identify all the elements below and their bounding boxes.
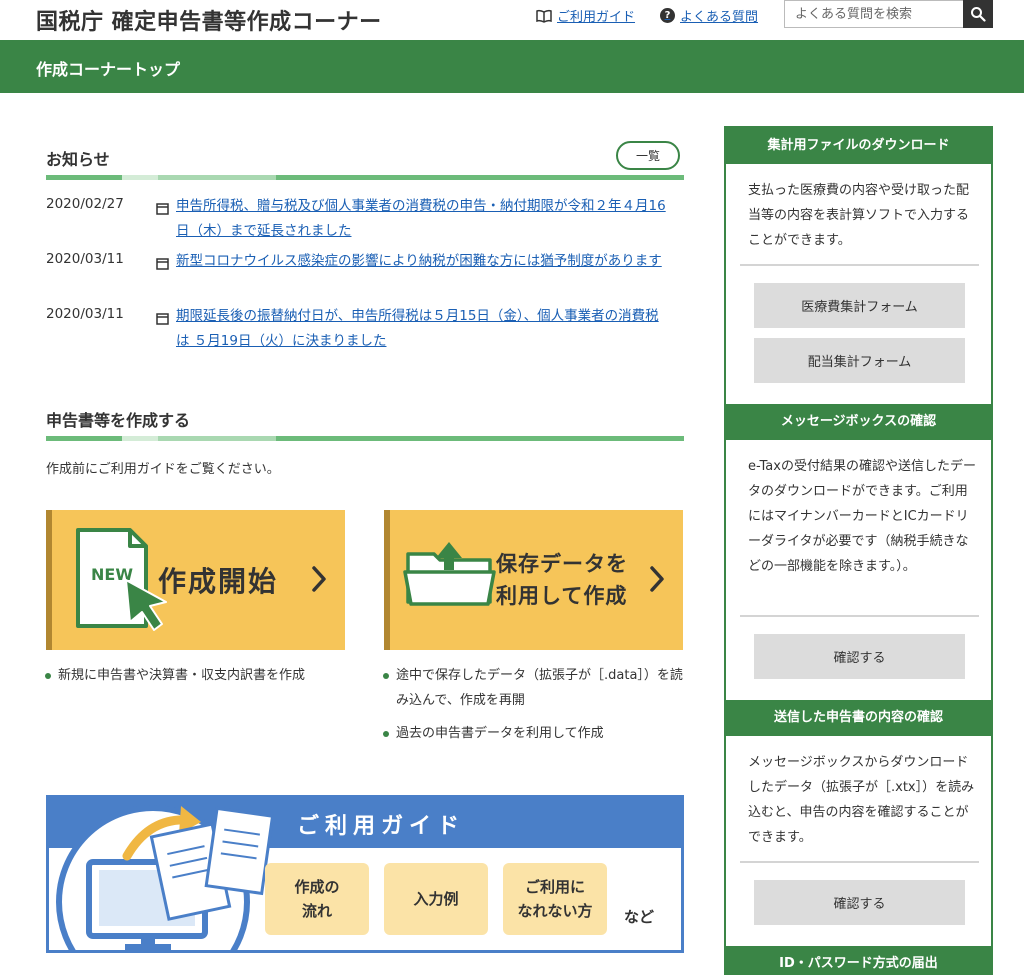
news-date: 2020/03/11 (46, 251, 124, 267)
id-password-heading: ID・パスワード方式の届出 (726, 946, 991, 975)
download-description: 支払った医療費の内容や受け取った配当等の内容を表計算ソフトで入力することができま… (748, 183, 970, 248)
download-heading: 集計用ファイルのダウンロード (726, 128, 991, 164)
news-date: 2020/02/27 (46, 196, 124, 212)
top-nav-title: 作成コーナートップ (36, 60, 181, 79)
monitor-icon (56, 805, 275, 950)
note-item: 途中で保存したデータ（拡張子が［.data］）を読み込んで、作成を再開 (382, 663, 688, 713)
start-creation-label: 作成開始 (158, 565, 279, 598)
guide-chip-flow: 作成の 流れ (265, 863, 369, 935)
guide-chip-examples: 入力例 (384, 863, 488, 935)
news-divider (46, 175, 684, 180)
messagebox-heading: メッセージボックスの確認 (726, 404, 991, 440)
news-item: 2020/03/11 期限延長後の振替納付日が、申告所得税は５月15日（金）、個… (46, 304, 676, 354)
saved-data-notes: 途中で保存したデータ（拡張子が［.data］）を読み込んで、作成を再開 過去の申… (382, 663, 688, 746)
usage-guide-banner[interactable]: ご利用ガイド 作成の 流れ 入力例 ご利用に なれない方 など (46, 795, 684, 953)
book-icon (536, 9, 552, 23)
faq-search-input[interactable] (784, 0, 964, 28)
messagebox-description: e-Taxの受付結果の確認や送信したデータのダウンロードができます。ご利用にはマ… (748, 459, 976, 574)
note-item: 新規に申告書や決算書・収支内訳書を作成 (44, 663, 344, 688)
start-creation-notes: 新規に申告書や決算書・収支内訳書を作成 (44, 663, 344, 688)
site-header: 国税庁 確定申告書等作成コーナー ご利用ガイド ? よくある質問 (0, 0, 1024, 40)
question-icon: ? (660, 8, 675, 23)
folder-upload-icon (403, 542, 496, 606)
chevron-right-icon (312, 566, 326, 592)
news-link[interactable]: 新型コロナウイルス感染症の影響により納税が困難な方には猶予制度があります (176, 249, 666, 274)
site-title: 国税庁 確定申告書等作成コーナー (36, 10, 382, 35)
chevron-right-icon (650, 566, 664, 592)
document-icon (156, 313, 169, 325)
document-icon (156, 258, 169, 270)
guide-suffix: など (624, 908, 655, 926)
news-title: お知らせ (46, 150, 110, 169)
news-date: 2020/03/11 (46, 306, 124, 322)
sent-return-confirm-button[interactable]: 確認する (754, 880, 965, 925)
note-item: 過去の申告書データを利用して作成 (382, 721, 688, 746)
medical-form-button[interactable]: 医療費集計フォーム (754, 283, 965, 328)
usage-guide-link[interactable]: ご利用ガイド (536, 6, 635, 25)
sent-return-description: メッセージボックスからダウンロードしたデータ（拡張子が［.xtx］）を読み込むと… (748, 755, 975, 845)
create-divider (46, 436, 684, 441)
news-item: 2020/03/11 新型コロナウイルス感染症の影響により納税が困難な方には猶予… (46, 249, 676, 274)
news-link[interactable]: 期限延長後の振替納付日が、申告所得税は５月15日（金）、個人事業者の消費税は ５… (176, 304, 666, 354)
news-list-button[interactable]: 一覧 (616, 141, 680, 170)
saved-data-label-line2: 利用して作成 (496, 584, 628, 608)
usage-guide-label: ご利用ガイド (557, 10, 636, 25)
saved-data-button[interactable]: 保存データを 利用して作成 (384, 510, 683, 650)
usage-guide-banner-title: ご利用ガイド (297, 814, 466, 839)
news-link[interactable]: 申告所得税、贈与税及び個人事業者の消費税の申告・納付期限が令和２年４月16日（木… (176, 194, 666, 244)
top-nav-bar: 作成コーナートップ (0, 40, 1024, 93)
saved-data-label-line1: 保存データを (496, 552, 628, 576)
document-icon (156, 203, 169, 215)
messagebox-confirm-button[interactable]: 確認する (754, 634, 965, 679)
guide-chip-beginners: ご利用に なれない方 (503, 863, 607, 935)
dividend-form-button[interactable]: 配当集計フォーム (754, 338, 965, 383)
faq-label: よくある質問 (680, 10, 759, 25)
create-heading: 申告書等を作成する (46, 407, 684, 431)
create-title: 申告書等を作成する (46, 411, 191, 430)
search-icon (971, 7, 986, 22)
sidebar: 集計用ファイルのダウンロード 支払った医療費の内容や受け取った配当等の内容を表計… (724, 126, 993, 975)
start-creation-button[interactable]: NEW 作成開始 (46, 510, 345, 650)
search-button[interactable] (963, 0, 993, 28)
sent-return-heading: 送信した申告書の内容の確認 (726, 700, 991, 736)
create-intro: 作成前にご利用ガイドをご覧ください。 (46, 462, 280, 477)
news-heading: お知らせ (46, 146, 684, 170)
news-item: 2020/02/27 申告所得税、贈与税及び個人事業者の消費税の申告・納付期限が… (46, 194, 676, 244)
faq-link[interactable]: ? よくある質問 (660, 6, 758, 25)
